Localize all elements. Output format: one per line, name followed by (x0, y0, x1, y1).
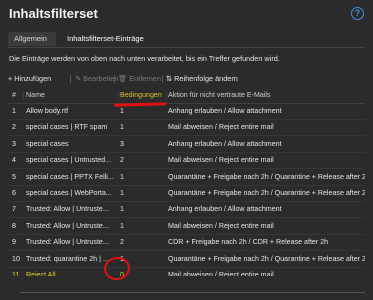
row-number: 7 (12, 205, 16, 214)
tab-bar: Allgemein Inhaltsfilterset-Einträge (8, 32, 365, 48)
table-row[interactable]: 3 special cases 3 Anhang erlauben / Allow a… (8, 137, 365, 153)
row-conditions: 3 (120, 139, 124, 148)
row-number: 11 (12, 271, 20, 276)
table-row[interactable]: 4 special cases | Untrusted... 2 Mail abwei… (8, 153, 365, 170)
reorder-button[interactable]: ⇅ Reihenfolge ändern (166, 72, 238, 86)
row-number: 6 (12, 189, 16, 197)
row-action: Anhang erlauben / Allow attachment (168, 139, 282, 148)
toolbar: + Hinzufügen ✎ Bearbeiten 🗑 Entfernen ⇅ Reih… (8, 72, 365, 86)
row-action: Mail abweisen / Reject entire mail (168, 271, 274, 276)
table-row[interactable]: 1 Allow body.rtf 1 Anhang erlauben / Allow … (8, 104, 365, 120)
table-row[interactable]: 8 Trusted: Allow | Untruste... 1 Mail abwei… (8, 219, 365, 235)
column-divider (118, 91, 119, 100)
remove-button[interactable]: 🗑 Entfernen (118, 72, 161, 86)
column-divider (166, 91, 167, 100)
horizontal-scrollbar[interactable] (20, 292, 365, 293)
row-action: Mail abweisen / Reject entire mail (168, 123, 274, 132)
add-button[interactable]: + Hinzufügen (8, 72, 51, 86)
row-action: Anhang erlauben / Allow attachment (168, 107, 282, 115)
row-number: 9 (12, 238, 16, 247)
table-row[interactable]: 6 special cases | WebPorta... 1 Quarantäne … (8, 186, 365, 202)
column-header-action[interactable]: Aktion für nicht vertraute E-Mails (168, 88, 365, 103)
row-name: special cases | WebPorta... (26, 189, 112, 197)
filter-entries-table: # Name Bedingungen Aktion für nicht vert… (8, 88, 365, 276)
row-conditions: 1 (120, 205, 124, 214)
row-number: 1 (12, 107, 16, 115)
toolbar-divider (114, 75, 115, 83)
row-name: Trusted: Allow | Untruste... (26, 238, 109, 247)
row-conditions: 1 (120, 189, 124, 197)
tab-allgemein[interactable]: Allgemein (8, 32, 56, 46)
row-conditions: 1 (120, 221, 124, 230)
row-name: special cases | RTF spam (26, 123, 108, 132)
row-name: Trusted: Allow | Untruste... (26, 205, 109, 214)
reorder-icon: ⇅ (166, 74, 173, 83)
row-number: 8 (12, 221, 16, 230)
tab-inhaltsfilterset-eintraege[interactable]: Inhaltsfilterset-Einträge (61, 32, 153, 46)
edit-button[interactable]: ✎ Bearbeiten (75, 72, 118, 86)
description-text: Die Einträge werden von oben nach unten … (9, 54, 280, 63)
row-conditions: 2 (120, 238, 124, 247)
trash-icon: 🗑 (118, 74, 128, 83)
row-action: Quarantäne + Freigabe nach 2h / Quaranti… (168, 172, 365, 181)
table-row[interactable]: 9 Trusted: Allow | Untruste... 2 CDR + Frei… (8, 235, 365, 252)
row-name: special cases (26, 139, 69, 148)
column-header-name[interactable]: Name (26, 88, 123, 103)
row-action: Mail abweisen / Reject entire mail (168, 156, 274, 165)
row-conditions: 1 (120, 172, 124, 181)
table-row[interactable]: 2 special cases | RTF spam 1 Mail abweisen … (8, 120, 365, 137)
row-action: Quarantäne + Freigabe nach 2h / Quaranti… (168, 189, 365, 197)
row-name: special cases | Untrusted... (26, 156, 112, 165)
table-header: # Name Bedingungen Aktion für nicht vert… (8, 88, 365, 104)
row-conditions: 2 (120, 156, 124, 165)
row-name: Allow body.rtf (26, 107, 69, 115)
row-action: Mail abweisen / Reject entire mail (168, 221, 274, 230)
row-name: special cases | PPTX Felli... (26, 172, 114, 181)
page-title: Inhaltsfilterset (9, 6, 98, 21)
toolbar-divider (70, 75, 71, 83)
column-header-conditions[interactable]: Bedingungen (120, 88, 166, 103)
row-conditions: 1 (120, 123, 124, 132)
pencil-icon: ✎ (75, 74, 82, 83)
row-number: 3 (12, 139, 16, 148)
row-name: Trusted: Allow | Untruste... (26, 221, 109, 230)
column-divider (23, 91, 24, 100)
table-row[interactable]: 5 special cases | PPTX Felli... 1 Quarantän… (8, 170, 365, 186)
row-action: Quarantäne + Freigabe nach 2h / Quaranti… (168, 254, 365, 263)
row-number: 5 (12, 172, 16, 181)
table-row[interactable]: 11 Reject All 0 Mail abweisen / Reject enti… (8, 268, 365, 276)
table-row[interactable]: 10 Trusted: quarantine 2h | ... 1 Quarantän… (8, 252, 365, 268)
row-number: 10 (12, 254, 20, 263)
row-action: Anhang erlauben / Allow attachment (168, 205, 282, 214)
help-icon[interactable]: ? (351, 7, 364, 20)
toolbar-divider (162, 75, 163, 83)
row-number: 4 (12, 156, 16, 165)
row-action: CDR + Freigabe nach 2h / CDR + Release a… (168, 238, 329, 247)
table-row[interactable]: 7 Trusted: Allow | Untruste... 1 Anhang erl… (8, 202, 365, 219)
row-number: 2 (12, 123, 16, 132)
plus-icon: + (8, 74, 13, 83)
